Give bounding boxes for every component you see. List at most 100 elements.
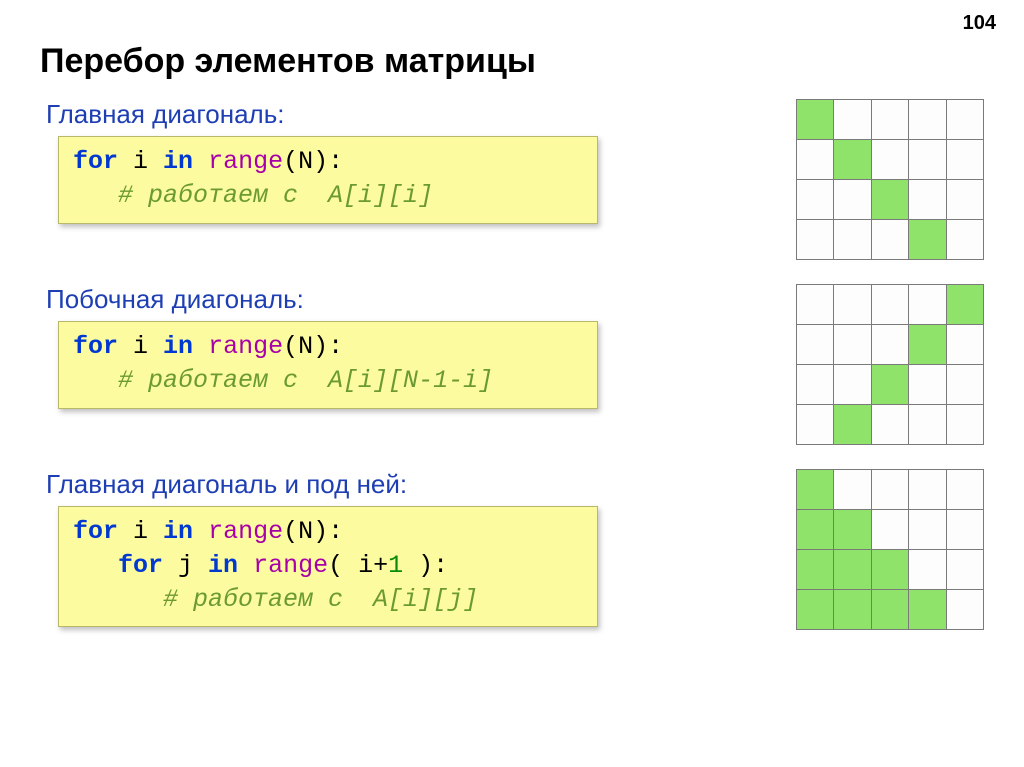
number-literal: 1: [388, 551, 403, 580]
grid-cell: [909, 365, 946, 405]
grid-cell: [871, 510, 908, 550]
section-secondary-diagonal: Побочная диагональ: for i in range(N): #…: [40, 284, 984, 445]
grid-cell: [834, 510, 871, 550]
grid-illustration: [796, 469, 984, 630]
paren: (: [283, 517, 298, 546]
paren: ):: [313, 517, 343, 546]
grid-cell: [871, 100, 908, 140]
paren: (: [328, 551, 343, 580]
grid-cell: [797, 325, 834, 365]
section-main-diagonal: Главная диагональ: for i in range(N): # …: [40, 99, 984, 260]
grid-cell: [871, 140, 908, 180]
grid-cell: [946, 510, 983, 550]
grid-cell: [946, 325, 983, 365]
grid-cell: [946, 405, 983, 445]
arg: N: [298, 332, 313, 361]
kw-in: in: [163, 147, 193, 176]
paren: ):: [313, 332, 343, 361]
arg-pre: i+: [343, 551, 388, 580]
grid-cell: [834, 365, 871, 405]
grid-cell: [797, 550, 834, 590]
paren: ):: [313, 147, 343, 176]
grid-cell: [871, 180, 908, 220]
grid-cell: [797, 220, 834, 260]
code-text: [193, 517, 208, 546]
grid-cell: [909, 405, 946, 445]
code-block: for i in range(N): # работаем с A[i][i]: [58, 136, 598, 224]
grid-cell: [909, 220, 946, 260]
grid-cell: [909, 550, 946, 590]
grid-cell: [909, 180, 946, 220]
grid-cell: [834, 590, 871, 630]
paren: (: [283, 147, 298, 176]
grid-cell: [871, 550, 908, 590]
grid-cell: [797, 590, 834, 630]
fn-range: range: [208, 517, 283, 546]
grid-cell: [909, 510, 946, 550]
fn-range: range: [208, 147, 283, 176]
indent: [73, 181, 118, 210]
grid-cell: [797, 510, 834, 550]
grid-cell: [834, 180, 871, 220]
grid-cell: [909, 100, 946, 140]
paren: (: [283, 332, 298, 361]
code-text: [193, 332, 208, 361]
grid-cell: [797, 405, 834, 445]
grid-cell: [909, 140, 946, 180]
grid-cell: [909, 285, 946, 325]
subheading: Побочная диагональ:: [46, 284, 796, 315]
grid-cell: [871, 470, 908, 510]
grid-cell: [797, 140, 834, 180]
kw-in: in: [208, 551, 238, 580]
kw-for: for: [73, 147, 118, 176]
kw-for: for: [118, 551, 163, 580]
kw-in: in: [163, 332, 193, 361]
comment: # работаем с A[i][j]: [163, 585, 478, 614]
grid-cell: [946, 550, 983, 590]
grid-cell: [871, 220, 908, 260]
comment: # работаем с A[i][i]: [118, 181, 433, 210]
grid-cell: [946, 285, 983, 325]
grid-cell: [909, 590, 946, 630]
indent: [73, 366, 118, 395]
grid-illustration: [796, 284, 984, 445]
grid-cell: [946, 100, 983, 140]
grid-cell: [797, 365, 834, 405]
grid-cell: [946, 220, 983, 260]
code-block: for i in range(N): for j in range( i+1 )…: [58, 506, 598, 627]
code-text: i: [118, 332, 163, 361]
grid-cell: [946, 470, 983, 510]
grid-cell: [946, 590, 983, 630]
grid-cell: [834, 550, 871, 590]
grid-cell: [834, 470, 871, 510]
grid-cell: [834, 285, 871, 325]
grid-cell: [871, 405, 908, 445]
subheading: Главная диагональ и под ней:: [46, 469, 796, 500]
indent: [73, 551, 118, 580]
grid-cell: [797, 285, 834, 325]
grid-cell: [871, 285, 908, 325]
grid-cell: [946, 140, 983, 180]
kw-for: for: [73, 517, 118, 546]
subheading: Главная диагональ:: [46, 99, 796, 130]
code-text: [238, 551, 253, 580]
fn-range: range: [253, 551, 328, 580]
paren: ):: [418, 551, 448, 580]
grid-cell: [797, 470, 834, 510]
grid-cell: [797, 180, 834, 220]
arg: N: [298, 147, 313, 176]
page-number: 104: [963, 12, 996, 35]
code-text: [193, 147, 208, 176]
grid-cell: [871, 365, 908, 405]
comment: # работаем с A[i][N-1-i]: [118, 366, 493, 395]
arg-post: [403, 551, 418, 580]
code-text: i: [118, 147, 163, 176]
code-text: i: [118, 517, 163, 546]
grid-cell: [871, 325, 908, 365]
grid-cell: [834, 220, 871, 260]
section-below-diagonal: Главная диагональ и под ней: for i in ra…: [40, 469, 984, 630]
grid-cell: [946, 365, 983, 405]
page-title: Перебор элементов матрицы: [40, 42, 984, 81]
grid-cell: [834, 405, 871, 445]
kw-in: in: [163, 517, 193, 546]
